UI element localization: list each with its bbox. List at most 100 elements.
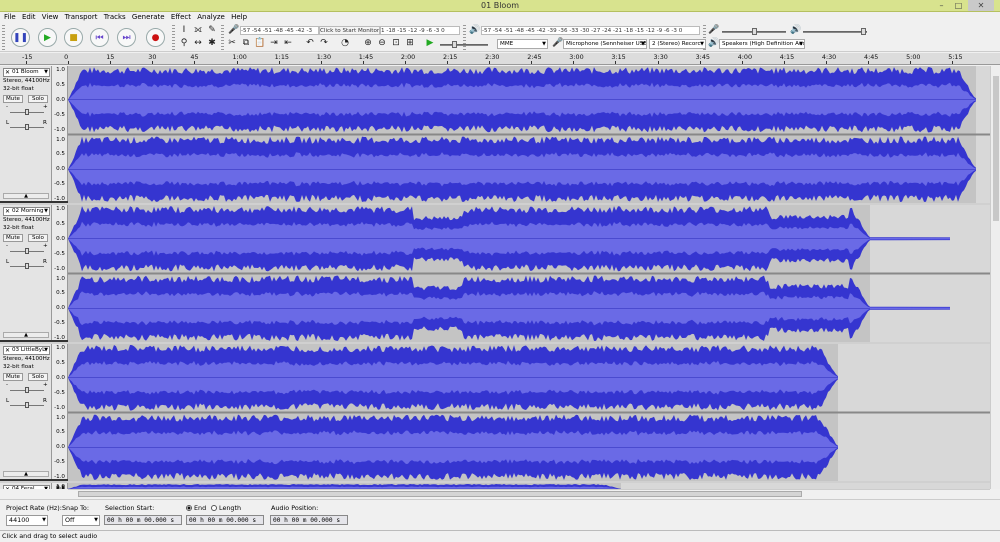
gain-slider[interactable] bbox=[10, 109, 44, 115]
length-radio[interactable] bbox=[211, 505, 217, 511]
zoom-tool-icon[interactable]: ⚲ bbox=[178, 37, 190, 49]
menu-analyze[interactable]: Analyze bbox=[193, 12, 225, 21]
solo-button[interactable]: Solo bbox=[28, 234, 48, 242]
track-panel[interactable]: ✕ 01 Bloom ▼ Stereo, 44100Hz 32-bit float Mut… bbox=[0, 66, 990, 489]
record-meter-scale[interactable]: -57 -54 -51 -48 -45 -42 -3 bbox=[240, 26, 319, 35]
vertical-scroll-thumb[interactable] bbox=[993, 76, 999, 221]
trim-icon[interactable]: ⇥ bbox=[268, 37, 280, 49]
collapse-track-button[interactable]: ▲ bbox=[3, 471, 49, 477]
mute-button[interactable]: Mute bbox=[3, 373, 23, 381]
mute-button[interactable]: Mute bbox=[3, 234, 23, 242]
vertical-scrollbar[interactable] bbox=[990, 66, 1000, 489]
fit-selection-icon[interactable]: ⊡ bbox=[390, 37, 402, 49]
pause-button[interactable]: ❚❚ bbox=[11, 28, 30, 47]
silence-icon[interactable]: ⇤ bbox=[282, 37, 294, 49]
selection-start-time[interactable]: 00 h 00 m 00.000 s bbox=[104, 515, 182, 525]
redo-icon[interactable]: ↷ bbox=[318, 37, 330, 49]
end-radio[interactable] bbox=[186, 505, 192, 511]
menu-generate[interactable]: Generate bbox=[128, 12, 165, 21]
menu-effect[interactable]: Effect bbox=[167, 12, 191, 21]
project-rate-select[interactable]: 44100 bbox=[6, 515, 48, 526]
recording-device-select[interactable]: Microphone (Sennheiser USB I bbox=[563, 39, 647, 49]
monitor-prompt[interactable]: Click to Start Monitoring bbox=[319, 26, 380, 35]
pan-slider[interactable] bbox=[10, 263, 44, 269]
copy-icon[interactable]: ⧉ bbox=[240, 37, 252, 49]
horizontal-scrollbar[interactable] bbox=[68, 489, 990, 498]
audio-track[interactable]: ✕ 01 Bloom ▼ Stereo, 44100Hz 32-bit float Mut… bbox=[0, 66, 990, 203]
close-track-icon[interactable]: ✕ bbox=[5, 347, 10, 354]
gain-slider[interactable] bbox=[10, 387, 44, 393]
waveform[interactable] bbox=[68, 66, 990, 203]
recording-volume-slider[interactable] bbox=[722, 28, 786, 35]
selection-end-time[interactable]: 00 h 00 m 00.000 s bbox=[186, 515, 264, 525]
multi-tool-icon[interactable]: ✱ bbox=[206, 37, 218, 49]
toolbar-grip-play-meter[interactable] bbox=[463, 25, 466, 50]
track-name-menu[interactable]: ✕ 02 Morning ▼ bbox=[3, 207, 50, 216]
toolbar-grip-meter[interactable] bbox=[221, 25, 224, 50]
envelope-tool-icon[interactable]: ⟗ bbox=[192, 24, 204, 36]
audio-track[interactable]: ✕ 03 LittleByL ▼ Stereo, 44100Hz 32-bit floa… bbox=[0, 344, 990, 481]
menu-help[interactable]: Help bbox=[227, 12, 247, 21]
record-meter-mic-icon[interactable]: 🎤 bbox=[228, 24, 240, 36]
audio-position-time[interactable]: 00 h 00 m 00.000 s bbox=[270, 515, 348, 525]
collapse-track-button[interactable]: ▲ bbox=[3, 332, 49, 338]
snap-to-select[interactable]: Off bbox=[62, 515, 100, 526]
close-track-icon[interactable]: ✕ bbox=[5, 486, 10, 489]
ruler-tick bbox=[952, 61, 954, 64]
menu-file[interactable]: File bbox=[0, 12, 16, 21]
waveform-area[interactable] bbox=[68, 344, 990, 481]
playback-volume-slider[interactable] bbox=[803, 28, 867, 35]
play-meter-speaker-icon[interactable]: 🔊 bbox=[469, 24, 481, 36]
draw-tool-icon[interactable]: ✎ bbox=[206, 24, 218, 36]
menu-tracks[interactable]: Tracks bbox=[100, 12, 126, 21]
track-name-menu[interactable]: ✕04 Feral ▼ bbox=[3, 485, 50, 489]
waveform-area[interactable] bbox=[68, 205, 990, 342]
close-track-icon[interactable]: ✕ bbox=[5, 69, 10, 76]
menu-transport[interactable]: Transport bbox=[61, 12, 98, 21]
timeline-ruler[interactable]: -15 0 15 30 45 1:00 1:15 1:30 1:45 2:00 2:15 2:30 2:… bbox=[0, 53, 1000, 65]
play-meter-scale[interactable]: -57 -54 -51 -48 -45 -42 -39 -36 -33 -30 … bbox=[481, 26, 700, 35]
close-button[interactable]: ✕ bbox=[968, 0, 994, 11]
minimize-button[interactable]: – bbox=[933, 0, 950, 11]
playback-device-select[interactable]: Speakers (High Definition Aud bbox=[719, 39, 805, 49]
solo-button[interactable]: Solo bbox=[28, 373, 48, 381]
record-button[interactable]: ● bbox=[146, 28, 165, 47]
maximize-button[interactable]: □ bbox=[950, 0, 967, 11]
selection-tool-icon[interactable]: I bbox=[178, 24, 190, 36]
toolbar-grip-tools[interactable] bbox=[172, 25, 175, 50]
recording-channels-select[interactable]: 2 (Stereo) Recorc bbox=[649, 39, 706, 49]
play-at-speed-icon[interactable]: ▶ bbox=[424, 37, 436, 49]
audio-track[interactable]: ✕ 02 Morning ▼ Stereo, 44100Hz 32-bit float M… bbox=[0, 205, 990, 342]
mute-button[interactable]: Mute bbox=[3, 95, 23, 103]
undo-icon[interactable]: ↶ bbox=[304, 37, 316, 49]
horizontal-scroll-thumb[interactable] bbox=[78, 491, 802, 497]
close-track-icon[interactable]: ✕ bbox=[5, 208, 10, 215]
paste-icon[interactable]: 📋 bbox=[254, 37, 266, 49]
track-name-menu[interactable]: ✕ 03 LittleByL ▼ bbox=[3, 346, 50, 355]
play-button[interactable]: ▶ bbox=[38, 28, 57, 47]
menu-edit[interactable]: Edit bbox=[18, 12, 36, 21]
zoom-out-icon[interactable]: ⊖ bbox=[376, 37, 388, 49]
audio-host-select[interactable]: MME bbox=[497, 39, 548, 49]
timeshift-tool-icon[interactable]: ↔ bbox=[192, 37, 204, 49]
gain-slider[interactable] bbox=[10, 248, 44, 254]
solo-button[interactable]: Solo bbox=[28, 95, 48, 103]
skip-to-end-button[interactable]: ⏭ bbox=[117, 28, 136, 47]
fit-project-icon[interactable]: ⊞ bbox=[404, 37, 416, 49]
cut-preview-icon[interactable]: ✂ bbox=[226, 37, 238, 49]
track-name-menu[interactable]: ✕ 01 Bloom ▼ bbox=[3, 68, 50, 77]
record-meter-scale-tail[interactable]: 1 -18 -15 -12 -9 -6 -3 0 bbox=[380, 26, 460, 35]
pan-slider[interactable] bbox=[10, 124, 44, 130]
toolbar-grip[interactable] bbox=[2, 25, 5, 50]
sync-lock-icon[interactable]: ◔ bbox=[339, 37, 351, 49]
skip-to-start-button[interactable]: ⏮ bbox=[90, 28, 109, 47]
pan-slider[interactable] bbox=[10, 402, 44, 408]
collapse-track-button[interactable]: ▲ bbox=[3, 193, 49, 199]
play-speed-slider[interactable] bbox=[440, 41, 488, 48]
waveform[interactable] bbox=[68, 205, 990, 342]
waveform[interactable] bbox=[68, 344, 990, 481]
waveform-area[interactable] bbox=[68, 66, 990, 203]
menu-view[interactable]: View bbox=[38, 12, 59, 21]
zoom-in-icon[interactable]: ⊕ bbox=[362, 37, 374, 49]
stop-button[interactable]: ■ bbox=[64, 28, 83, 47]
